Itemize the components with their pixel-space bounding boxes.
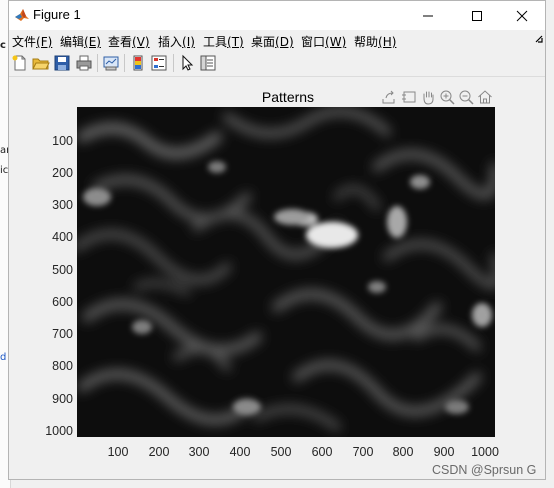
- maximize-button[interactable]: [454, 1, 500, 30]
- menu-label: 工具: [203, 35, 228, 49]
- minimize-icon: [423, 15, 433, 16]
- close-button[interactable]: [499, 1, 545, 30]
- background-app-text: c: [0, 40, 6, 51]
- figure-toolbar: [9, 50, 545, 77]
- menu-accel: (E): [84, 35, 101, 49]
- y-tick-label: 100: [52, 134, 73, 148]
- pan-hand-icon[interactable]: [420, 89, 436, 105]
- y-tick-label: 200: [52, 166, 73, 180]
- menu-label: 文件: [12, 35, 37, 49]
- x-tick-label: 600: [311, 445, 333, 459]
- menu-accel: (V): [132, 35, 150, 49]
- menu-label: 查看: [108, 35, 133, 49]
- axes-toolbar: [381, 89, 501, 105]
- watermark-text: CSDN @Sprsun G: [432, 463, 537, 477]
- x-tick-label: 700: [352, 445, 374, 459]
- dock-arrow-icon[interactable]: [535, 35, 543, 43]
- y-tick-label: 1000: [45, 424, 73, 438]
- y-tick-label: 400: [52, 230, 73, 244]
- y-tick-label: 300: [52, 198, 73, 212]
- menu-window[interactable]: 窗口(W): [301, 33, 346, 50]
- menu-label: 插入: [158, 35, 183, 49]
- open-file-icon[interactable]: [32, 54, 50, 72]
- figure-canvas: Patterns 100 200 300 400 500 600 700 800…: [9, 77, 545, 479]
- menu-accel: (F): [36, 35, 53, 49]
- menu-label: 帮助: [354, 35, 379, 49]
- menu-accel: (D): [275, 35, 294, 49]
- toolbar-separator: [124, 54, 125, 72]
- x-tick-label: 900: [433, 445, 455, 459]
- x-tick-label: 200: [148, 445, 170, 459]
- figure-window: Figure 1 文件(F) 编辑(E) 查看(V) 插入(I) 工具(T) 桌…: [8, 0, 546, 480]
- x-tick-label: 800: [392, 445, 414, 459]
- background-app-text: d: [0, 352, 7, 363]
- y-tick-label: 500: [52, 263, 73, 277]
- menu-file[interactable]: 文件(F): [12, 33, 52, 50]
- insert-colorbar-icon[interactable]: [129, 54, 147, 72]
- x-tick-label: 1000: [471, 445, 499, 459]
- close-icon: [516, 10, 528, 21]
- print-figure-icon[interactable]: [75, 54, 93, 72]
- zoom-out-icon[interactable]: [458, 89, 474, 105]
- brush-icon[interactable]: [401, 89, 417, 105]
- x-tick-label: 300: [188, 445, 210, 459]
- axes-title: Patterns: [261, 89, 315, 105]
- title-bar[interactable]: Figure 1: [9, 1, 545, 30]
- menu-label: 桌面: [251, 35, 276, 49]
- y-tick-label: 700: [52, 327, 73, 341]
- y-tick-label: 600: [52, 295, 73, 309]
- toolbar-separator: [173, 54, 174, 72]
- menu-accel: (W): [325, 35, 347, 49]
- x-tick-label: 400: [229, 445, 251, 459]
- menu-tools[interactable]: 工具(T): [203, 33, 244, 50]
- minimize-button[interactable]: [405, 1, 451, 30]
- menu-desktop[interactable]: 桌面(D): [251, 33, 294, 50]
- menu-accel: (I): [182, 35, 195, 49]
- menu-bar: 文件(F) 编辑(E) 查看(V) 插入(I) 工具(T) 桌面(D) 窗口(W…: [9, 30, 545, 50]
- menu-help[interactable]: 帮助(H): [354, 33, 396, 50]
- window-title: Figure 1: [33, 7, 81, 22]
- zoom-in-icon[interactable]: [439, 89, 455, 105]
- x-tick-label: 500: [270, 445, 292, 459]
- x-tick-label: 100: [107, 445, 129, 459]
- new-figure-icon[interactable]: [11, 54, 29, 72]
- y-tick-label: 900: [52, 392, 73, 406]
- heatmap-image[interactable]: [77, 107, 495, 437]
- save-figure-icon[interactable]: [53, 54, 71, 72]
- property-inspector-icon[interactable]: [199, 54, 217, 72]
- menu-insert[interactable]: 插入(I): [158, 33, 195, 50]
- export-icon[interactable]: [381, 89, 397, 105]
- matlab-logo-icon: [15, 9, 29, 21]
- toolbar-separator: [97, 54, 98, 72]
- y-tick-label: 800: [52, 359, 73, 373]
- menu-accel: (H): [378, 35, 397, 49]
- menu-view[interactable]: 查看(V): [108, 33, 150, 50]
- menu-accel: (T): [227, 35, 244, 49]
- menu-label: 编辑: [60, 35, 85, 49]
- edit-plot-icon[interactable]: [178, 54, 196, 72]
- maximize-icon: [472, 10, 482, 21]
- link-plot-icon[interactable]: [102, 54, 120, 72]
- insert-legend-icon[interactable]: [150, 54, 168, 72]
- menu-edit[interactable]: 编辑(E): [60, 33, 101, 50]
- home-icon[interactable]: [477, 89, 493, 105]
- menu-label: 窗口: [301, 35, 326, 49]
